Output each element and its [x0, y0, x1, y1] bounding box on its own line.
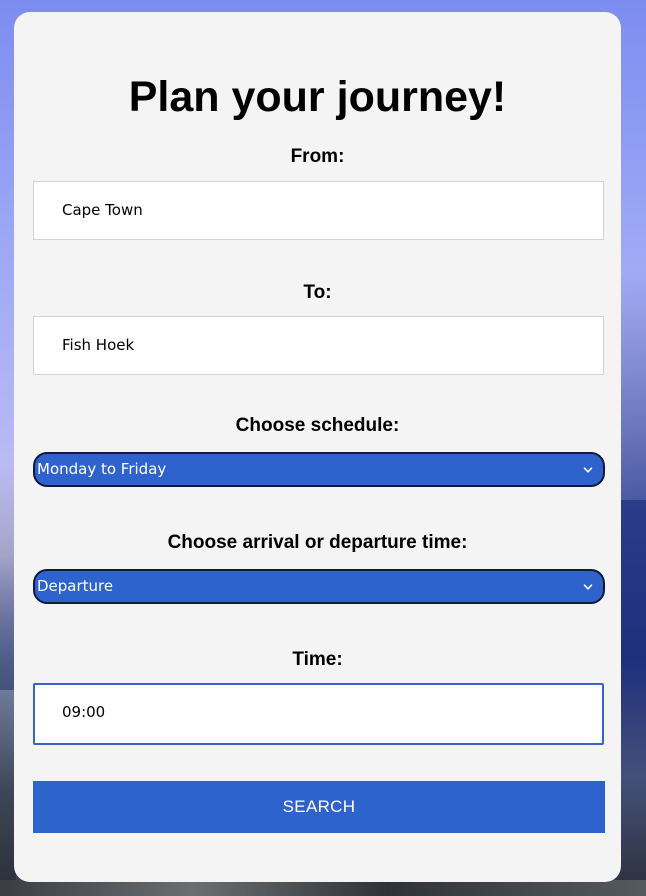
time-input[interactable]: 09:00 — [33, 683, 604, 745]
background-scenery-bottom — [0, 880, 646, 896]
time-label: Time: — [292, 649, 343, 670]
to-label: To: — [303, 282, 332, 303]
journey-form-card: Plan your journey! From: Cape Town To: F… — [14, 12, 621, 882]
time-type-select-value: Departure — [37, 577, 114, 595]
from-label: From: — [290, 146, 345, 167]
schedule-select[interactable]: Monday to Friday — [33, 452, 605, 487]
from-input[interactable]: Cape Town — [33, 181, 604, 240]
page-title: Plan your journey! — [128, 73, 507, 121]
time-type-label: Choose arrival or departure time: — [167, 532, 468, 553]
chevron-down-icon — [583, 584, 593, 590]
search-button[interactable]: SEARCH — [33, 781, 605, 833]
time-type-select[interactable]: Departure — [33, 569, 605, 604]
schedule-select-value: Monday to Friday — [37, 460, 167, 478]
to-input[interactable]: Fish Hoek — [33, 316, 604, 375]
chevron-down-icon — [583, 467, 593, 473]
schedule-label: Choose schedule: — [235, 415, 400, 436]
